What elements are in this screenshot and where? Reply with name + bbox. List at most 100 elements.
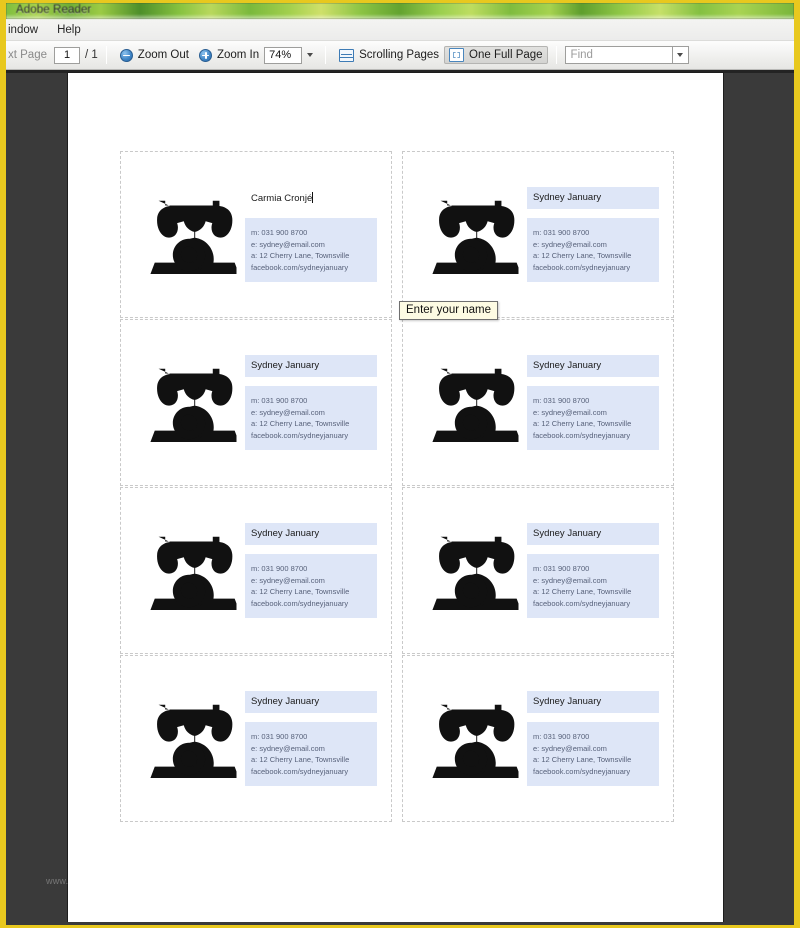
toolbar-separator-2 — [325, 46, 327, 64]
card-detail-facebook: facebook.com/sydneyjanuary — [251, 598, 349, 608]
card-detail-mobile: m: 031 900 8700 — [251, 732, 308, 741]
page-number-input[interactable]: 1 — [54, 46, 80, 64]
card-detail-facebook: facebook.com/sydneyjanuary — [533, 598, 631, 608]
document-viewport[interactable]: Carmia Cronjé m: 031 900 8700 e: sydney@em… — [6, 70, 794, 922]
zoom-level-input[interactable]: 74% — [264, 46, 303, 64]
card-detail-address: a: 12 Cherry Lane, Townsville — [533, 755, 632, 764]
card-row: Carmia Cronjé m: 031 900 8700 e: sydney@em… — [120, 151, 676, 318]
card-details-field[interactable]: m: 031 900 8700 e: sydney@email.com a: 12 … — [245, 554, 377, 618]
card-name-field[interactable]: Sydney January — [527, 691, 659, 713]
one-full-page-label: One Full Page — [469, 49, 543, 61]
card-fields: Sydney January m: 031 900 8700 e: sydney@e… — [245, 691, 377, 786]
one-full-page-icon — [449, 48, 465, 62]
card-fields: Sydney January m: 031 900 8700 e: sydney@e… — [245, 355, 377, 450]
card-name-field[interactable]: Sydney January — [527, 187, 659, 209]
card-detail-address: a: 12 Cherry Lane, Townsville — [533, 419, 632, 428]
pdf-page: Carmia Cronjé m: 031 900 8700 e: sydney@em… — [68, 73, 723, 922]
adobe-reader-window: Adobe Reader indow Help xt Page 1 / 1 Zo… — [0, 0, 800, 928]
card-detail-mobile: m: 031 900 8700 — [251, 396, 308, 405]
card-fields: Sydney January m: 031 900 8700 e: sydney@e… — [245, 523, 377, 618]
card-details-field[interactable]: m: 031 900 8700 e: sydney@email.com a: 12 … — [527, 218, 659, 282]
card-details-field[interactable]: m: 031 900 8700 e: sydney@email.com a: 12 … — [527, 554, 659, 618]
card-detail-email: e: sydney@email.com — [533, 743, 607, 753]
rotary-telephone-icon — [423, 196, 519, 274]
card-detail-address: a: 12 Cherry Lane, Townsville — [251, 419, 350, 428]
card-details-field[interactable]: m: 031 900 8700 e: sydney@email.com a: 12 … — [527, 722, 659, 786]
title-bar: Adobe Reader — [6, 3, 794, 19]
chevron-down-icon — [306, 53, 313, 57]
card-detail-email: e: sydney@email.com — [533, 407, 607, 417]
plus-circle-icon — [198, 48, 212, 62]
business-card-grid: Carmia Cronjé m: 031 900 8700 e: sydney@em… — [120, 151, 676, 822]
card-name-field[interactable]: Carmia Cronjé — [245, 187, 377, 209]
menu-help[interactable]: Help — [48, 22, 90, 38]
text-cursor — [312, 192, 314, 203]
business-card: Sydney January m: 031 900 8700 e: sydney@e… — [402, 487, 674, 654]
title-bar-sheen — [6, 14, 794, 19]
rotary-telephone-icon — [141, 196, 237, 274]
card-detail-address: a: 12 Cherry Lane, Townsville — [533, 251, 632, 260]
zoom-in-label: Zoom In — [216, 49, 260, 61]
card-name-field[interactable]: Sydney January — [245, 523, 377, 545]
scrolling-pages-icon — [339, 48, 355, 62]
minus-circle-icon — [119, 48, 133, 62]
card-detail-email: e: sydney@email.com — [533, 239, 607, 249]
card-name-field[interactable]: Sydney January — [527, 355, 659, 377]
zoom-out-button[interactable]: Zoom Out — [115, 47, 194, 64]
card-fields: Carmia Cronjé m: 031 900 8700 e: sydney@em… — [245, 187, 377, 282]
card-detail-mobile: m: 031 900 8700 — [533, 564, 590, 573]
zoom-in-button[interactable]: Zoom In — [194, 47, 264, 64]
find-dropdown-button[interactable] — [672, 46, 689, 64]
card-detail-address: a: 12 Cherry Lane, Townsville — [251, 251, 350, 260]
card-name-field[interactable]: Sydney January — [245, 691, 377, 713]
card-detail-email: e: sydney@email.com — [251, 407, 325, 417]
toolbar-separator-1 — [105, 46, 107, 64]
business-card: Sydney January m: 031 900 8700 e: sydney@e… — [402, 151, 674, 318]
card-detail-mobile: m: 031 900 8700 — [533, 396, 590, 405]
business-card: Sydney January m: 031 900 8700 e: sydney@e… — [402, 655, 674, 822]
card-fields: Sydney January m: 031 900 8700 e: sydney@e… — [527, 691, 659, 786]
card-detail-mobile: m: 031 900 8700 — [251, 228, 308, 237]
one-full-page-button[interactable]: One Full Page — [444, 46, 548, 64]
card-fields: Sydney January m: 031 900 8700 e: sydney@e… — [527, 523, 659, 618]
card-row: Sydney January m: 031 900 8700 e: sydney@e… — [120, 487, 676, 654]
card-details-field[interactable]: m: 031 900 8700 e: sydney@email.com a: 12 … — [245, 722, 377, 786]
card-detail-facebook: facebook.com/sydneyjanuary — [251, 262, 349, 272]
tooltip: Enter your name — [399, 301, 499, 320]
chevron-down-icon — [677, 53, 684, 57]
scrolling-pages-label: Scrolling Pages — [359, 49, 440, 61]
rotary-telephone-icon — [141, 532, 237, 610]
business-card: Sydney January m: 031 900 8700 e: sydney@e… — [402, 319, 674, 486]
card-name-field[interactable]: Sydney January — [527, 523, 659, 545]
zoom-out-label: Zoom Out — [137, 49, 189, 61]
business-card: Carmia Cronjé m: 031 900 8700 e: sydney@em… — [120, 151, 392, 318]
card-details-field[interactable]: m: 031 900 8700 e: sydney@email.com a: 12 … — [245, 386, 377, 450]
zoom-dropdown-button[interactable] — [302, 47, 317, 64]
card-detail-email: e: sydney@email.com — [533, 575, 607, 585]
card-detail-address: a: 12 Cherry Lane, Townsville — [533, 587, 632, 596]
card-details-field[interactable]: m: 031 900 8700 e: sydney@email.com a: 12 … — [527, 386, 659, 450]
toolbar: xt Page 1 / 1 Zoom Out Zoom In 74% Scrol… — [6, 41, 794, 70]
scrolling-pages-button[interactable]: Scrolling Pages — [334, 47, 444, 64]
watermark-text: www.hloom.com — [46, 876, 115, 886]
rotary-telephone-icon — [423, 364, 519, 442]
card-detail-email: e: sydney@email.com — [251, 575, 325, 585]
business-card: Sydney January m: 031 900 8700 e: sydney@e… — [120, 487, 392, 654]
find-input[interactable]: Find — [564, 46, 673, 64]
business-card: Sydney January m: 031 900 8700 e: sydney@e… — [120, 319, 392, 486]
card-name-field[interactable]: Sydney January — [245, 355, 377, 377]
rotary-telephone-icon — [141, 700, 237, 778]
menu-window[interactable]: indow — [6, 22, 47, 38]
card-detail-facebook: facebook.com/sydneyjanuary — [533, 430, 631, 440]
card-fields: Sydney January m: 031 900 8700 e: sydney@e… — [527, 355, 659, 450]
card-detail-facebook: facebook.com/sydneyjanuary — [533, 262, 631, 272]
rotary-telephone-icon — [423, 700, 519, 778]
next-page-button-label[interactable]: xt Page — [6, 49, 47, 61]
rotary-telephone-icon — [141, 364, 237, 442]
card-detail-mobile: m: 031 900 8700 — [251, 564, 308, 573]
card-details-field[interactable]: m: 031 900 8700 e: sydney@email.com a: 12 … — [245, 218, 377, 282]
card-detail-address: a: 12 Cherry Lane, Townsville — [251, 587, 350, 596]
menu-bar: indow Help — [6, 19, 794, 41]
card-row: Sydney January m: 031 900 8700 e: sydney@e… — [120, 655, 676, 822]
card-detail-mobile: m: 031 900 8700 — [533, 732, 590, 741]
